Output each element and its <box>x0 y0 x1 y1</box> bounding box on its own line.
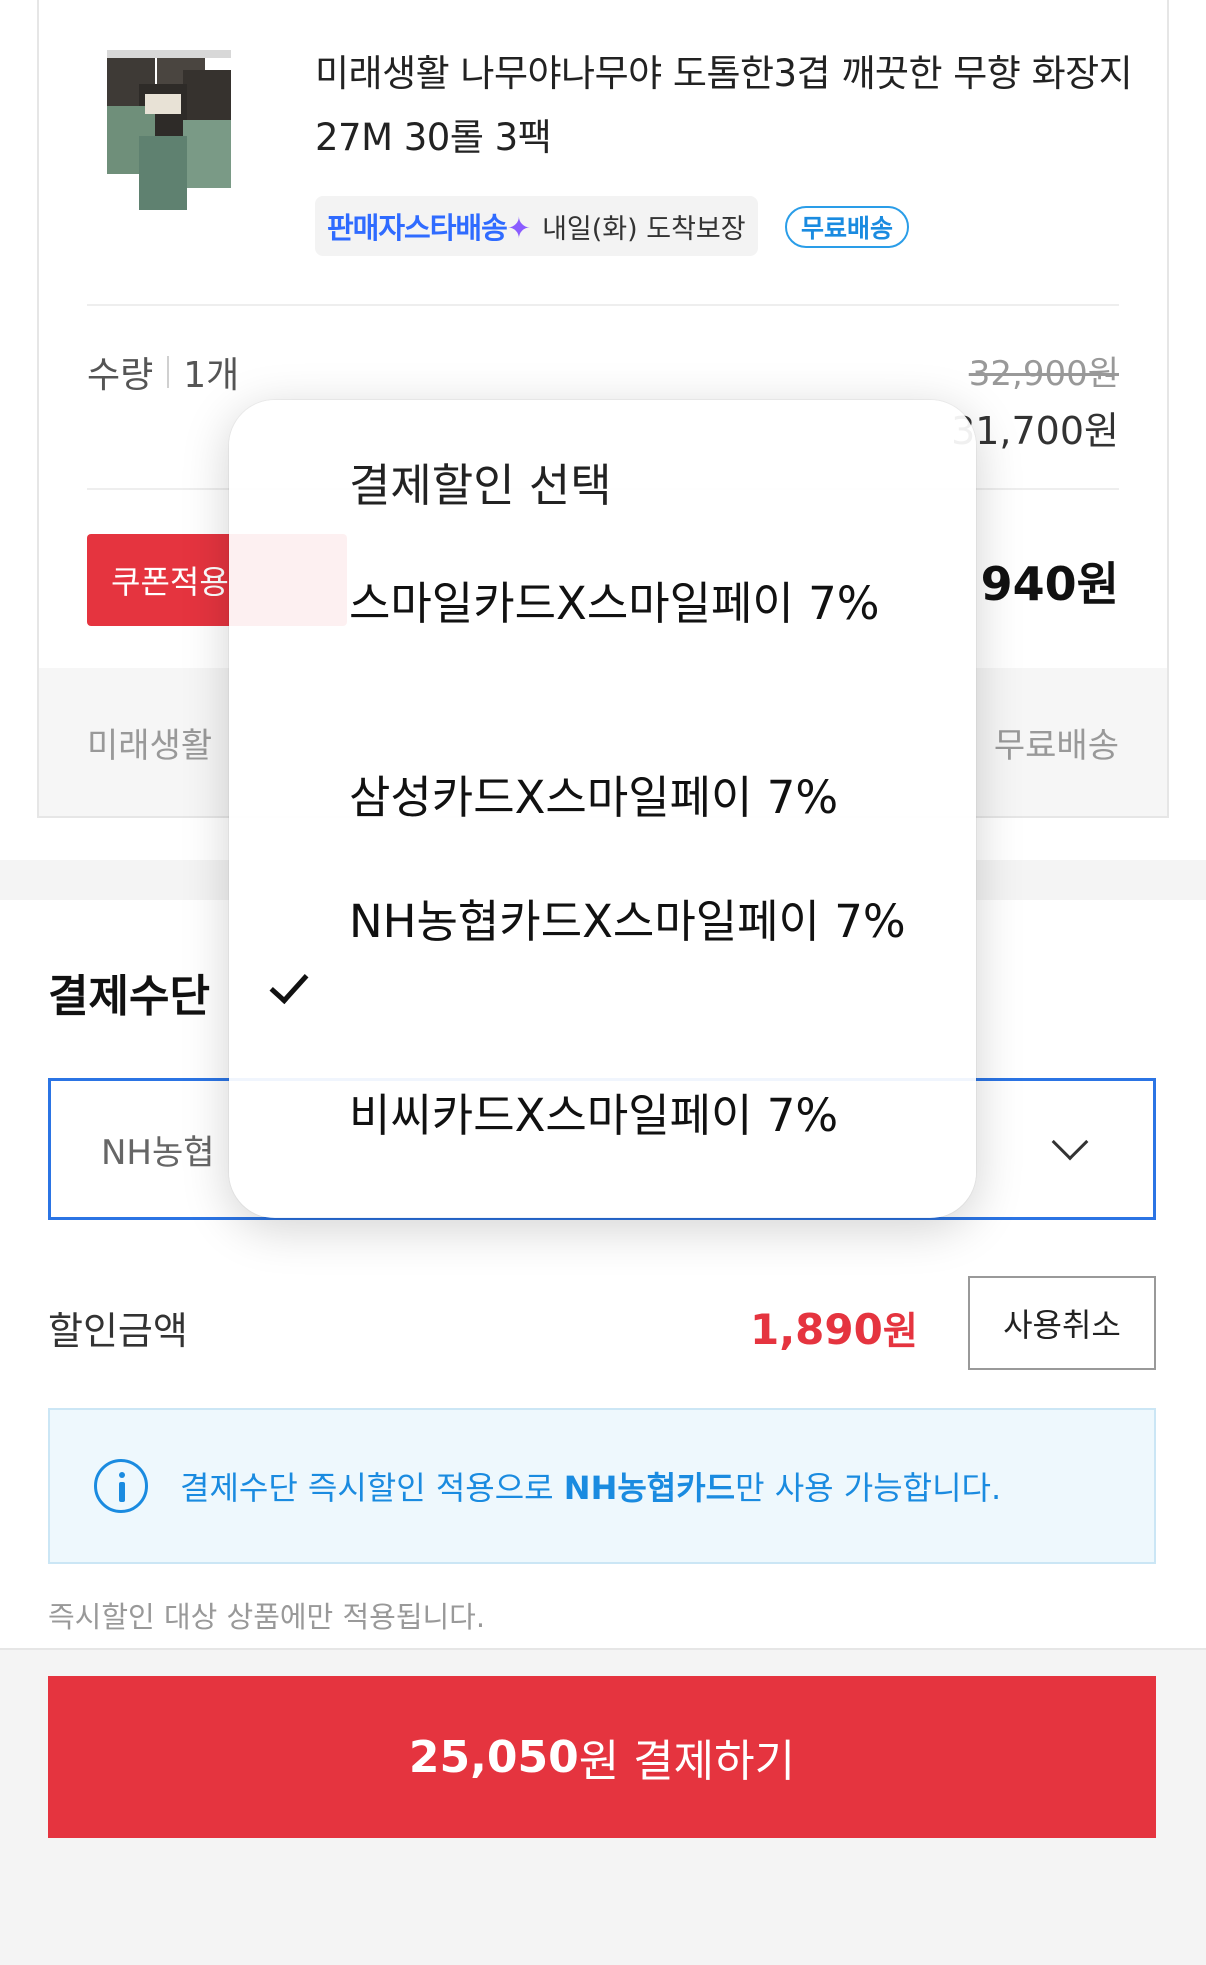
arrival-guarantee: 내일(화) 도착보장 <box>542 213 746 245</box>
discount-dropdown-menu: 결제할인 선택 스마일카드X스마일페이 7% 삼성카드X스마일페이 7% NH농… <box>229 400 976 1218</box>
product-thumbnail[interactable] <box>101 46 237 216</box>
dropdown-option-bccard[interactable]: 비씨카드X스마일페이 7% <box>349 1082 909 1150</box>
quantity-value: 1개 <box>183 355 240 396</box>
divider <box>87 304 1119 306</box>
dropdown-option-nhcard[interactable]: NH농협카드X스마일페이 7% <box>349 888 909 956</box>
sparkle-icon: ✦ <box>506 211 531 245</box>
seller-star-delivery-label: 판매자스타배송✦ <box>327 211 531 245</box>
discount-label: 할인금액 <box>48 1309 188 1353</box>
payment-method-value: NH농협 <box>101 1132 215 1173</box>
notice-text: 결제수단 즉시할인 적용으로 NH농협카드만 사용 가능합니다. <box>180 1469 1002 1507</box>
chevron-down-icon <box>1051 1123 1089 1161</box>
free-shipping-badge: 무료배송 <box>785 206 910 248</box>
dropdown-header: 결제할인 선택 <box>349 459 612 512</box>
dropdown-option-samsungcard[interactable]: 삼성카드X스마일페이 7% <box>349 764 909 832</box>
final-price: 940원 <box>980 557 1119 611</box>
quantity: 수량 1개 <box>87 346 239 398</box>
delivery-info: 판매자스타배송✦ 내일(화) 도착보장 <box>315 196 758 256</box>
info-icon <box>94 1459 148 1513</box>
store-name: 미래생활 <box>87 726 213 766</box>
cancel-discount-button[interactable]: 사용취소 <box>968 1276 1156 1370</box>
sale-price: 31,700원 <box>951 409 1119 453</box>
payment-method-title: 결제수단 <box>48 971 210 1022</box>
product-title[interactable]: 미래생활 나무야나무야 도톰한3겹 깨끗한 무향 화장지 27M 30롤 3팩 <box>315 42 1145 170</box>
instant-discount-note: 즉시할인 대상 상품에만 적용됩니다. <box>48 1600 486 1634</box>
discount-amount: 1,890원 <box>750 1305 918 1354</box>
checkmark-icon <box>269 963 309 1005</box>
divider <box>167 356 170 388</box>
payment-notice: 결제수단 즉시할인 적용으로 NH농협카드만 사용 가능합니다. <box>48 1408 1156 1564</box>
dropdown-option-smilecard[interactable]: 스마일카드X스마일페이 7% <box>349 570 909 638</box>
quantity-label: 수량 <box>87 355 154 396</box>
original-price: 32,900원 <box>968 354 1119 394</box>
store-shipping: 무료배송 <box>993 726 1119 766</box>
pay-button[interactable]: 25,050 원 결제하기 <box>48 1676 1156 1838</box>
